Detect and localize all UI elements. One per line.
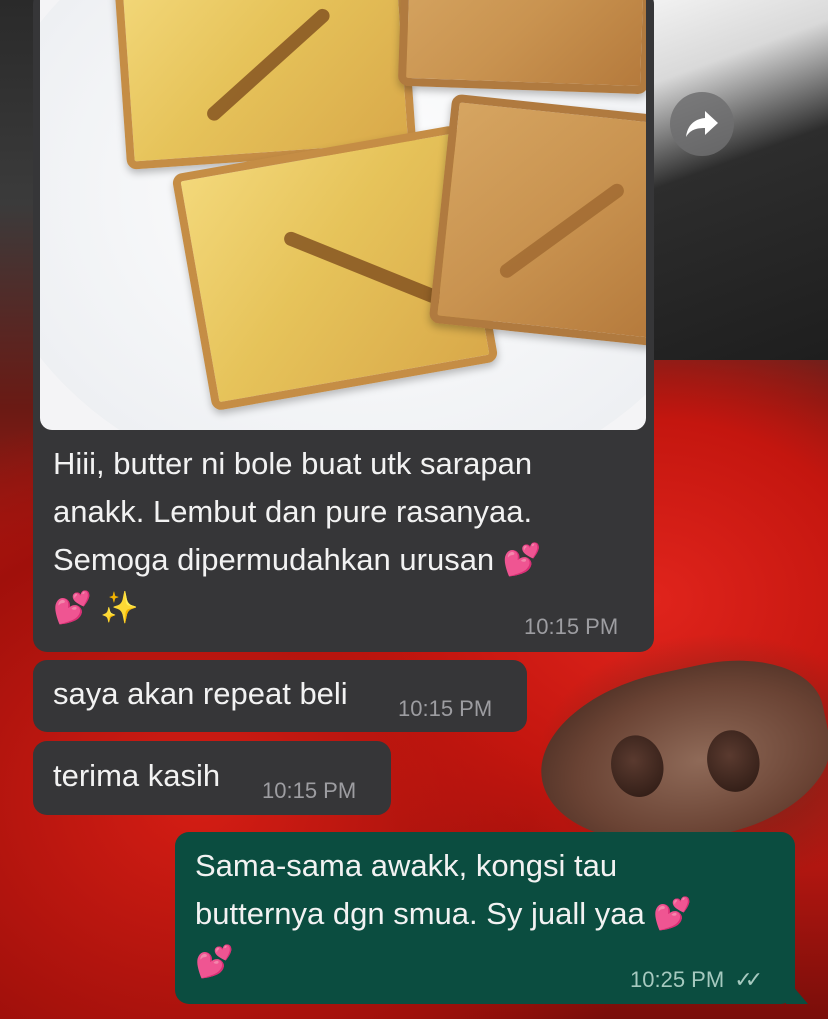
- outgoing-message-bubble[interactable]: Sama-sama awakk, kongsi tau butternya dg…: [175, 832, 795, 1004]
- message-text: saya akan repeat beli: [53, 676, 348, 711]
- message-timestamp: 10:15 PM: [398, 696, 493, 721]
- forward-arrow-icon: [686, 111, 718, 137]
- caption-line: anakk. Lembut dan pure rasanyaa.: [53, 494, 533, 529]
- forward-button[interactable]: [670, 92, 734, 156]
- caption-line: Semoga dipermudahkan urusan 💕: [53, 542, 542, 578]
- toast-slice: [397, 0, 646, 95]
- read-receipt-icon: ✓✓: [734, 967, 763, 992]
- message-timestamp: 10:15 PM: [262, 778, 357, 803]
- message-line: Sama-sama awakk, kongsi tau: [195, 848, 618, 883]
- incoming-message-bubble[interactable]: saya akan repeat beli 10:15 PM: [33, 660, 527, 732]
- message-timestamp-row: 10:25 PM ✓✓: [630, 967, 763, 993]
- two-hearts-icon: 💕: [653, 896, 692, 932]
- two-hearts-icon: 💕: [502, 542, 542, 578]
- message-text: terima kasih: [53, 758, 221, 793]
- message-text: Sama-sama awakk, kongsi tau butternya dg…: [195, 842, 775, 986]
- bubble-tail: [786, 978, 808, 1004]
- two-hearts-icon: 💕: [195, 944, 234, 980]
- message-line: butternya dgn smua. Sy juall yaa 💕: [195, 896, 692, 932]
- two-hearts-icon: 💕: [53, 590, 92, 626]
- incoming-message-bubble[interactable]: terima kasih 10:15 PM: [33, 741, 391, 815]
- message-timestamp: 10:15 PM: [524, 614, 619, 639]
- toast-slice: [428, 93, 646, 347]
- wallpaper-building: [648, 0, 828, 360]
- media-caption: Hiii, butter ni bole buat utk sarapan an…: [53, 440, 633, 632]
- media-image[interactable]: [40, 0, 646, 430]
- message-timestamp: 10:25 PM: [630, 967, 725, 992]
- sparkles-icon: ✨: [100, 590, 139, 626]
- caption-line: Hiii, butter ni bole buat utk sarapan: [53, 446, 533, 481]
